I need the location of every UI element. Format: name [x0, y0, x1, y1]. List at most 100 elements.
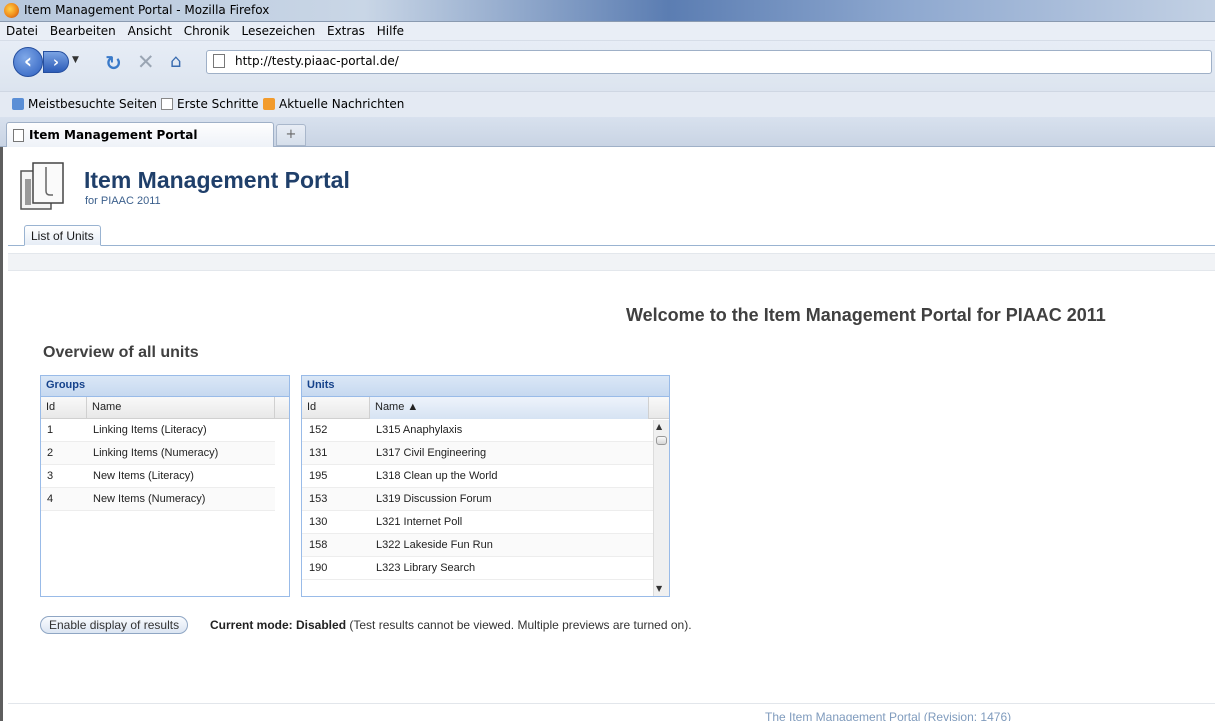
group-name: New Items (Literacy) [93, 470, 194, 482]
portal-logo-icon [20, 162, 64, 210]
page-icon [13, 129, 24, 142]
unit-name: L318 Clean up the World [376, 470, 498, 482]
tab-divider [8, 245, 1215, 246]
bookmark-aktuelle-nachrichten[interactable]: Aktuelle Nachrichten [263, 97, 404, 111]
column-header-id[interactable]: Id [302, 397, 370, 419]
back-button[interactable]: ‹ [13, 47, 43, 77]
page-viewport: Item Management Portal for PIAAC 2011 Li… [0, 147, 1215, 721]
bookmark-erste-schritte[interactable]: Erste Schritte [161, 97, 259, 111]
table-row[interactable]: 195 L318 Clean up the World [302, 465, 653, 488]
unit-id: 130 [309, 516, 328, 528]
groups-panel-header: Groups [41, 376, 289, 397]
bookmarks-toolbar: Meistbesuchte Seiten Erste Schritte Aktu… [0, 91, 1215, 117]
unit-id: 153 [309, 493, 328, 505]
table-row[interactable]: 4 New Items (Numeracy) [41, 488, 275, 511]
group-name: Linking Items (Literacy) [93, 424, 207, 436]
table-row[interactable]: 130 L321 Internet Poll [302, 511, 653, 534]
bookmark-label: Meistbesuchte Seiten [28, 97, 158, 111]
table-row[interactable]: 190 L323 Library Search [302, 557, 653, 580]
overview-heading: Overview of all units [43, 344, 199, 361]
table-row[interactable]: 2 Linking Items (Numeracy) [41, 442, 275, 465]
back-arrow-icon: ‹ [23, 49, 33, 73]
units-scrollbar[interactable]: ▲ ▼ [653, 420, 669, 596]
menu-ansicht[interactable]: Ansicht [124, 22, 176, 38]
group-name: New Items (Numeracy) [93, 493, 206, 505]
home-icon: ⌂ [170, 51, 182, 72]
unit-name: L322 Lakeside Fun Run [376, 539, 493, 551]
menu-extras[interactable]: Extras [323, 22, 369, 38]
unit-name: L319 Discussion Forum [376, 493, 492, 505]
current-mode-label: Current mode: Disabled [210, 618, 347, 632]
groups-grid-header: Id Name [41, 397, 289, 419]
footer-text: The Item Management Portal (Revision: 14… [765, 710, 1012, 721]
groups-panel: Groups Id Name 1 Linking Items (Literacy… [40, 375, 290, 597]
new-tab-button[interactable]: + [276, 124, 306, 146]
table-row[interactable]: 158 L322 Lakeside Fun Run [302, 534, 653, 557]
scroll-thumb[interactable] [656, 436, 667, 445]
bookmark-label: Erste Schritte [177, 97, 259, 111]
menu-lesezeichen[interactable]: Lesezeichen [237, 22, 319, 38]
unit-id: 158 [309, 539, 328, 551]
units-grid-header: Id Name ▲ [302, 397, 669, 419]
portal-subtitle: for PIAAC 2011 [85, 195, 161, 207]
welcome-heading: Welcome to the Item Management Portal fo… [626, 305, 1106, 325]
navigation-toolbar: ‹ › ▼ ↻ ✕ ⌂ http://testy.piaac-portal.de… [0, 41, 1215, 91]
footer-divider [8, 703, 1215, 704]
group-name: Linking Items (Numeracy) [93, 447, 219, 459]
menu-bar: Datei Bearbeiten Ansicht Chronik Lesezei… [0, 22, 1215, 41]
unit-id: 131 [309, 447, 328, 459]
close-icon: ✕ [137, 50, 155, 74]
scroll-up-arrow-icon[interactable]: ▲ [656, 422, 662, 431]
column-header-id[interactable]: Id [41, 397, 87, 419]
unit-id: 195 [309, 470, 328, 482]
forward-button[interactable]: › [43, 51, 69, 73]
table-row[interactable]: 3 New Items (Literacy) [41, 465, 275, 488]
tab-strip: Item Management Portal + [0, 117, 1215, 147]
reload-icon: ↻ [105, 51, 122, 75]
page-icon [161, 98, 173, 110]
tab-item-management-portal[interactable]: Item Management Portal [6, 122, 274, 147]
menu-datei[interactable]: Datei [0, 22, 42, 38]
window-title: Item Management Portal - Mozilla Firefox [24, 3, 270, 17]
window-titlebar: Item Management Portal - Mozilla Firefox [0, 0, 1215, 22]
group-id: 4 [47, 493, 54, 505]
group-id: 3 [47, 470, 54, 482]
column-header-name[interactable]: Name [87, 397, 275, 419]
history-dropdown-icon[interactable]: ▼ [72, 55, 79, 65]
bookmark-meistbesuchte-seiten[interactable]: Meistbesuchte Seiten [12, 97, 157, 111]
tab-label: Item Management Portal [29, 128, 198, 142]
group-id: 1 [47, 424, 54, 436]
url-text[interactable]: http://testy.piaac-portal.de/ [235, 54, 399, 68]
table-row[interactable]: 153 L319 Discussion Forum [302, 488, 653, 511]
page-icon [213, 54, 225, 68]
address-bar[interactable]: http://testy.piaac-portal.de/ [206, 50, 1212, 74]
table-row[interactable]: 131 L317 Civil Engineering [302, 442, 653, 465]
tab-list-of-units[interactable]: List of Units [24, 225, 101, 246]
units-grid-body: 152 L315 Anaphylaxis 131 L317 Civil Engi… [302, 419, 669, 580]
forward-arrow-icon: › [52, 53, 60, 71]
stop-button[interactable]: ✕ [137, 50, 155, 74]
rss-icon [263, 98, 275, 110]
unit-name: L321 Internet Poll [376, 516, 463, 528]
groups-grid-body: 1 Linking Items (Literacy) 2 Linking Ite… [41, 419, 289, 511]
table-row[interactable]: 152 L315 Anaphylaxis [302, 419, 653, 442]
column-header-name-sorted[interactable]: Name ▲ [370, 397, 649, 419]
unit-id: 190 [309, 562, 328, 574]
menu-hilfe[interactable]: Hilfe [373, 22, 408, 38]
table-row[interactable]: 1 Linking Items (Literacy) [41, 419, 275, 442]
home-button[interactable]: ⌂ [170, 51, 181, 72]
firefox-icon [4, 3, 19, 18]
portal-title: Item Management Portal [84, 167, 350, 193]
menu-bearbeiten[interactable]: Bearbeiten [46, 22, 120, 38]
unit-name: L323 Library Search [376, 562, 476, 574]
bookmark-label: Aktuelle Nachrichten [279, 97, 405, 111]
unit-name: L317 Civil Engineering [376, 447, 487, 459]
reload-button[interactable]: ↻ [105, 51, 122, 75]
enable-results-button[interactable]: Enable display of results [40, 616, 189, 634]
scroll-down-arrow-icon[interactable]: ▼ [656, 584, 662, 593]
units-panel-header: Units [302, 376, 669, 397]
group-id: 2 [47, 447, 54, 459]
unit-id: 152 [309, 424, 328, 436]
unit-name: L315 Anaphylaxis [376, 424, 463, 436]
menu-chronik[interactable]: Chronik [180, 22, 234, 38]
